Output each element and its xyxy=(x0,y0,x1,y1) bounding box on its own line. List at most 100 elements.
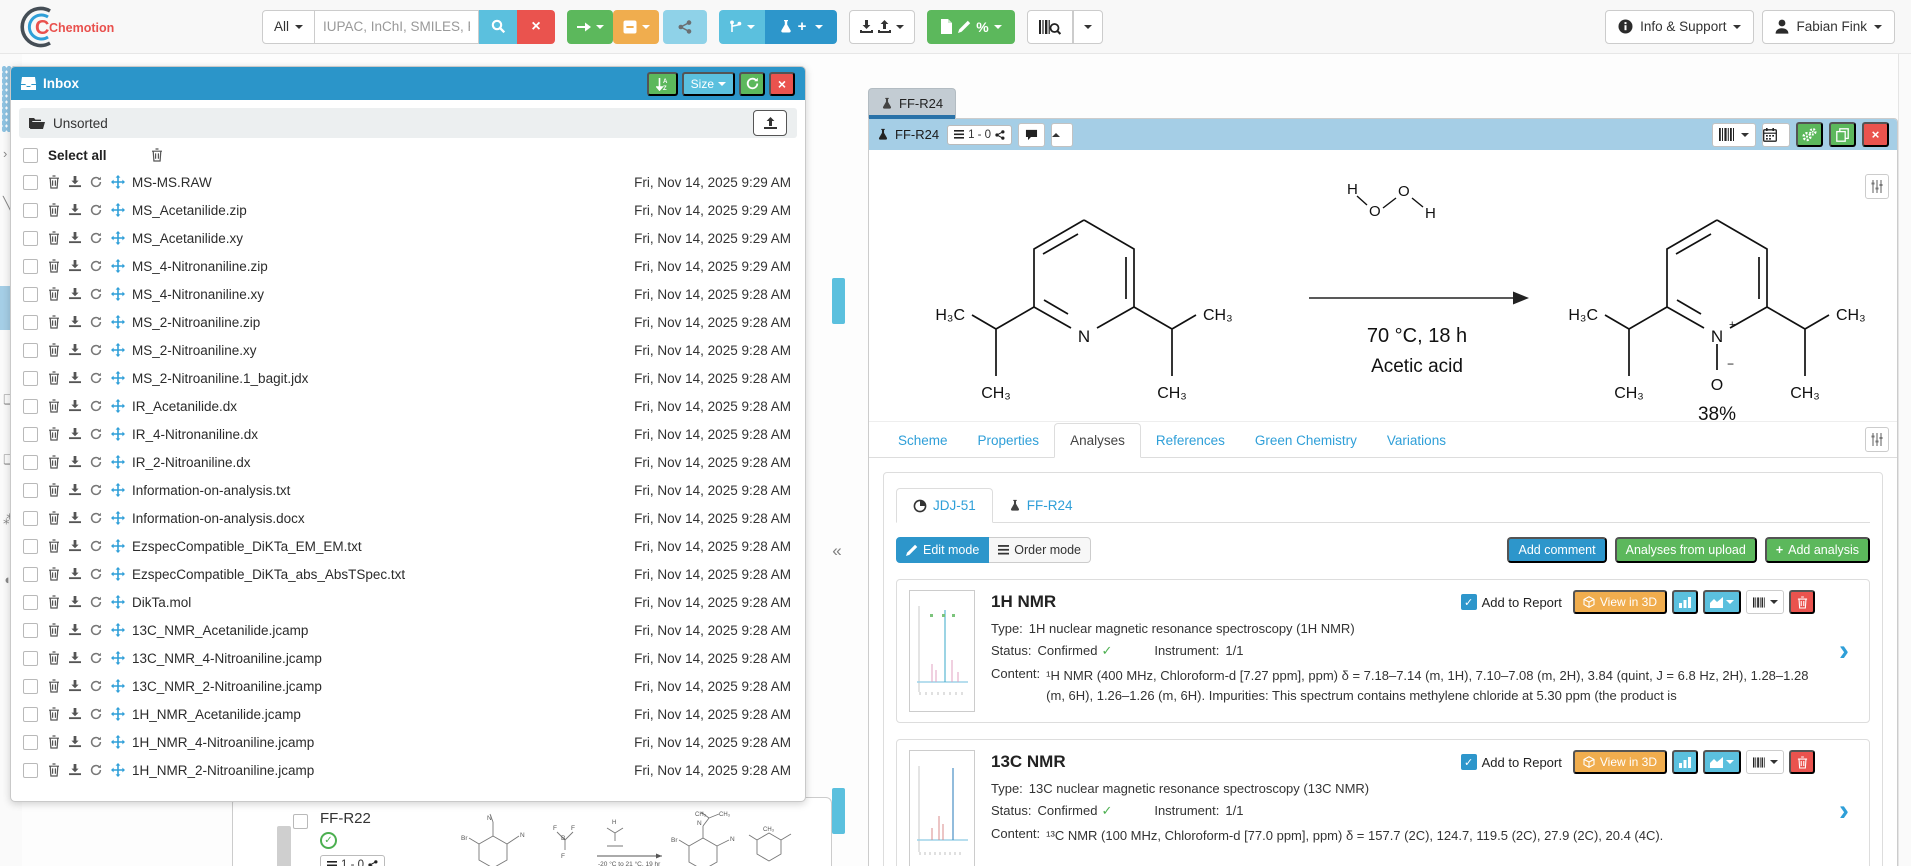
file-checkbox[interactable] xyxy=(23,231,38,246)
reaction-checkbox[interactable] xyxy=(293,814,308,829)
file-checkbox[interactable] xyxy=(23,203,38,218)
convert-icon[interactable] xyxy=(90,652,102,664)
scheme-settings-button[interactable] xyxy=(1865,174,1889,199)
move-icon[interactable] xyxy=(111,735,125,749)
file-name[interactable]: MS_4-Nitronaniline.xy xyxy=(132,287,634,302)
file-checkbox[interactable] xyxy=(23,287,38,302)
file-checkbox[interactable] xyxy=(23,623,38,638)
file-checkbox[interactable] xyxy=(23,511,38,526)
collapse-pane-button[interactable]: « xyxy=(826,538,848,564)
file-name[interactable]: MS_Acetanilide.zip xyxy=(132,203,634,218)
move-icon[interactable] xyxy=(111,371,125,385)
convert-icon[interactable] xyxy=(90,428,102,440)
convert-icon[interactable] xyxy=(90,512,102,524)
convert-icon[interactable] xyxy=(90,680,102,692)
subtab-jdj-51[interactable]: JDJ-51 xyxy=(896,488,993,523)
download-icon[interactable] xyxy=(69,400,81,412)
detail-count-pill[interactable]: 1 - 0 xyxy=(947,125,1012,145)
search-scope-dropdown[interactable]: All xyxy=(262,10,315,44)
trash-icon[interactable] xyxy=(48,175,60,189)
file-name[interactable]: MS_2-Nitroaniline.xy xyxy=(132,343,634,358)
move-icon[interactable] xyxy=(111,287,125,301)
collapse-header-button[interactable] xyxy=(1051,123,1073,147)
file-name[interactable]: MS-MS.RAW xyxy=(132,175,634,190)
delete-analysis-button[interactable] xyxy=(1789,590,1815,614)
inbox-size-dropdown[interactable]: Size xyxy=(682,72,735,96)
file-checkbox[interactable] xyxy=(23,175,38,190)
share-button[interactable] xyxy=(663,10,707,44)
list-drag-handle[interactable] xyxy=(277,826,291,866)
subtab-ff-r24[interactable]: FF-R24 xyxy=(993,489,1089,522)
trash-icon[interactable] xyxy=(48,651,60,665)
report-dropdown-button[interactable]: % xyxy=(927,10,1015,44)
trash-icon[interactable] xyxy=(48,511,60,525)
file-checkbox[interactable] xyxy=(23,707,38,722)
convert-icon[interactable] xyxy=(90,232,102,244)
calendar-button[interactable] xyxy=(1762,123,1790,147)
import-export-dropdown-button[interactable] xyxy=(849,10,915,44)
file-name[interactable]: DikTa.mol xyxy=(132,595,634,610)
duplicate-button[interactable] xyxy=(1829,122,1856,147)
download-icon[interactable] xyxy=(69,484,81,496)
analyses-from-upload-button[interactable]: Analyses from upload xyxy=(1615,537,1757,563)
barcode-scan-button[interactable] xyxy=(1027,10,1073,44)
move-icon[interactable] xyxy=(111,679,125,693)
trash-icon[interactable] xyxy=(48,343,60,357)
download-icon[interactable] xyxy=(69,652,81,664)
download-icon[interactable] xyxy=(69,176,81,188)
download-icon[interactable] xyxy=(69,736,81,748)
view-in-3d-button[interactable]: View in 3D xyxy=(1573,750,1667,774)
spectra-chart-button[interactable] xyxy=(1672,590,1698,614)
info-support-dropdown[interactable]: Info & Support xyxy=(1605,10,1754,44)
move-icon[interactable] xyxy=(111,399,125,413)
analysis-card-13c-nmr[interactable]: 13C NMR ✓ Add to Report View in 3D xyxy=(896,739,1870,866)
download-icon[interactable] xyxy=(69,456,81,468)
detail-tab-ffr24[interactable]: FF-R24 xyxy=(868,88,956,118)
reaction-id-label[interactable]: FF-R22 xyxy=(320,810,385,827)
comment-button[interactable] xyxy=(1018,123,1045,147)
move-icon[interactable] xyxy=(111,707,125,721)
spectra-viewer-dropdown[interactable] xyxy=(1703,750,1741,774)
convert-icon[interactable] xyxy=(90,484,102,496)
convert-icon[interactable] xyxy=(90,456,102,468)
trash-icon[interactable] xyxy=(48,399,60,413)
move-icon[interactable] xyxy=(111,427,125,441)
search-input[interactable] xyxy=(315,10,479,44)
scan-tasks-dropdown-button[interactable] xyxy=(719,10,765,44)
spectra-viewer-dropdown[interactable] xyxy=(1703,590,1741,614)
trash-icon[interactable] xyxy=(48,315,60,329)
file-name[interactable]: EzspecCompatible_DiKTa_EM_EM.txt xyxy=(132,539,634,554)
analysis-card-1h-nmr[interactable]: 1H NMR ✓ Add to Report View in 3D xyxy=(896,579,1870,723)
convert-icon[interactable] xyxy=(90,596,102,608)
trash-icon[interactable] xyxy=(48,483,60,497)
download-icon[interactable] xyxy=(69,288,81,300)
tab-analyses[interactable]: Analyses xyxy=(1054,423,1141,458)
delete-analysis-button[interactable] xyxy=(1789,750,1815,774)
move-icon[interactable] xyxy=(111,763,125,777)
remove-dropdown-button[interactable] xyxy=(613,10,659,44)
export-dropdown-button[interactable] xyxy=(567,10,613,44)
download-icon[interactable] xyxy=(69,344,81,356)
user-menu-dropdown[interactable]: Fabian Fink xyxy=(1762,10,1895,44)
trash-icon[interactable] xyxy=(48,231,60,245)
barcode-dropdown-button[interactable] xyxy=(1073,10,1103,44)
download-icon[interactable] xyxy=(69,428,81,440)
tab-variations[interactable]: Variations xyxy=(1372,424,1461,457)
add-to-report-checkbox[interactable]: ✓ xyxy=(1461,594,1477,610)
download-icon[interactable] xyxy=(69,540,81,552)
pane-drag-handle-bottom[interactable] xyxy=(832,788,845,834)
download-icon[interactable] xyxy=(69,204,81,216)
file-name[interactable]: Information-on-analysis.txt xyxy=(132,483,634,498)
trash-icon[interactable] xyxy=(48,623,60,637)
move-icon[interactable] xyxy=(111,455,125,469)
move-icon[interactable] xyxy=(111,595,125,609)
tab-green-chemistry[interactable]: Green Chemistry xyxy=(1240,424,1372,457)
convert-icon[interactable] xyxy=(90,260,102,272)
detail-card-header[interactable]: FF-R24 1 - 0 xyxy=(869,119,1897,150)
inbox-close-button[interactable]: × xyxy=(769,72,795,96)
view-in-3d-button[interactable]: View in 3D xyxy=(1573,590,1667,614)
trash-icon[interactable] xyxy=(48,427,60,441)
spectra-chart-button[interactable] xyxy=(1672,750,1698,774)
download-icon[interactable] xyxy=(69,372,81,384)
trash-icon[interactable] xyxy=(48,455,60,469)
